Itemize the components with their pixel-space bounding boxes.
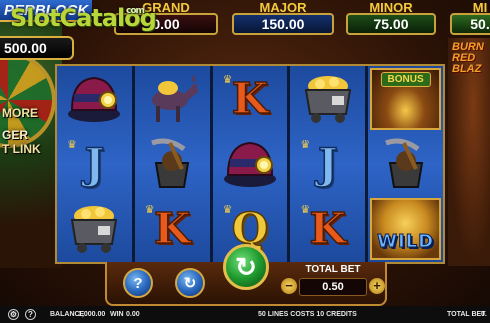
bet-decrease-button[interactable]: − [281, 278, 297, 294]
jackpot-mini-value: 50. [450, 13, 490, 35]
gold-cart-icon [59, 198, 130, 260]
watermark-logo: SlotCatalog com [10, 4, 157, 32]
spin-button[interactable]: ↻ [223, 244, 269, 290]
reel-grid: ♛ J ♛ K ♛ K ♛ Q ♛ J ♛ K BONUS WILD [55, 64, 445, 264]
symbol-j: ♛ J [292, 133, 363, 195]
crown-icon: ♛ [222, 74, 233, 86]
reel-4: ♛ J ♛ K [290, 66, 366, 262]
wild-tile: WILD [370, 198, 441, 260]
control-panel: ? ↻ ↻ TOTAL BET − 0.50 + [105, 244, 387, 306]
win-value: 0.00 [126, 311, 140, 318]
symbol-letter: K [309, 204, 347, 253]
reel-1: ♛ J [57, 66, 132, 262]
left-text-ger: GER [2, 128, 29, 142]
win-label: WIN [110, 311, 124, 318]
total-bet-label: TOTAL BET [305, 264, 361, 275]
help-icon[interactable]: ? [25, 309, 36, 320]
crown-icon: ♛ [300, 204, 311, 216]
symbol-k: ♛ K [137, 198, 208, 260]
autoplay-button[interactable]: ↻ [175, 268, 205, 298]
reel-2: ♛ K [134, 66, 210, 262]
symbol-letter: J [317, 139, 338, 188]
symbol-wild: WILD [370, 198, 441, 260]
bonus-tile: BONUS [370, 68, 441, 130]
crown-icon: ♛ [144, 204, 155, 216]
settings-gear-icon[interactable]: ⚙ [8, 309, 19, 320]
reel-3: ♛ K ♛ Q [212, 66, 288, 262]
symbol-letter: J [84, 139, 105, 188]
balance-value: 1,000.00 [78, 311, 106, 318]
symbol-letter: K [231, 74, 269, 123]
total-bet-value: 0.50 [299, 278, 367, 296]
symbol-letter: K [153, 204, 191, 253]
right-logo-line-3: BLAZ [452, 63, 482, 75]
symbol-bonus: BONUS [370, 68, 441, 130]
status-bar: ⚙ ? BALANCE 1,000.00 WIN 0.00 50 LINES C… [0, 306, 490, 323]
donkey-icon [137, 68, 208, 130]
bonus-label: BONUS [380, 72, 431, 87]
total-bet-panel: TOTAL BET − 0.50 + [281, 264, 385, 300]
jackpot-minor-value: 75.00 [346, 13, 436, 35]
jackpot-mini: MI 50. [450, 0, 490, 36]
symbol-k: ♛ K [215, 68, 286, 130]
help-button[interactable]: ? [123, 268, 153, 298]
jackpot-major: MAJOR 150.00 [232, 0, 334, 36]
left-text-link: T LINK [2, 142, 41, 156]
bottom-total-bet-value: 0. [481, 311, 487, 318]
reel-5: BONUS WILD [368, 66, 443, 262]
left-pot-value: 500.00 [0, 36, 74, 60]
pickaxe-bucket-icon [370, 133, 441, 195]
crown-icon: ♛ [67, 139, 77, 151]
symbol-j: ♛ J [59, 133, 130, 195]
watermark-suffix: com [126, 6, 145, 16]
bet-increase-button[interactable]: + [369, 278, 385, 294]
lines-info: 50 LINES COSTS 10 CREDITS [258, 311, 357, 318]
crown-icon: ♛ [222, 204, 233, 216]
bottom-total-bet-label: TOTAL BET [447, 311, 486, 318]
right-game-logo: BURN RED BLAZ [452, 42, 490, 75]
left-text-more: MORE [2, 106, 38, 120]
miner-helmet-icon [59, 68, 130, 130]
crown-icon: ♛ [300, 139, 311, 151]
pickaxe-bucket-icon [137, 133, 208, 195]
wild-label: WILD [377, 231, 435, 253]
miner-helmet-icon [215, 133, 286, 195]
gold-cart-icon [292, 68, 363, 130]
jackpot-major-value: 150.00 [232, 13, 334, 35]
jackpot-minor: MINOR 75.00 [346, 0, 436, 36]
symbol-k: ♛ K [292, 198, 363, 260]
game-screen: PERBLOCK 500.00 MORE GER T LINK GRAND 0.… [0, 0, 490, 323]
